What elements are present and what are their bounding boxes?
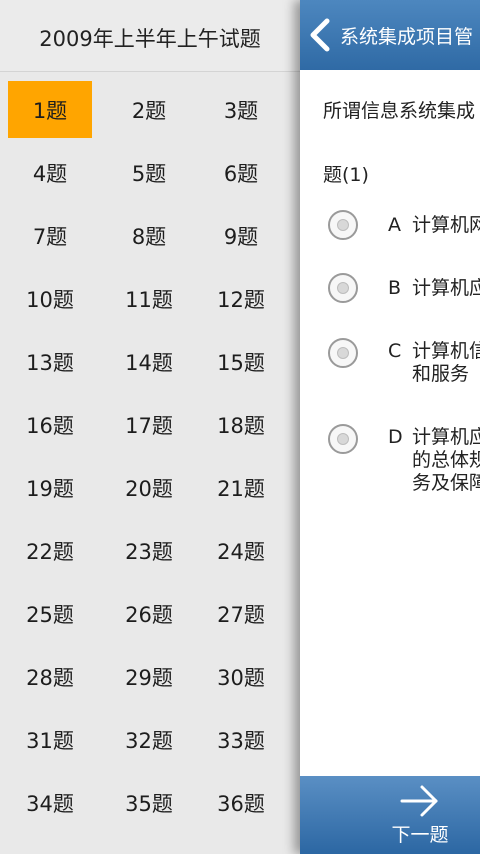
option-d[interactable]: D 计算机应 的总体规 务及保障	[328, 424, 480, 495]
question-item[interactable]: 11题	[107, 270, 191, 327]
chevron-left-icon	[310, 18, 330, 52]
question-item[interactable]: 12题	[206, 270, 276, 327]
question-item[interactable]: 19题	[8, 459, 92, 516]
option-letter: B	[388, 277, 402, 299]
question-item[interactable]: 21题	[206, 459, 276, 516]
question-panel: 系统集成项目管 所谓信息系统集成 题(1) A 计算机网 B 计算机应 C 计算…	[300, 0, 480, 854]
option-text: 计算机应	[412, 277, 480, 299]
question-item[interactable]: 20题	[107, 459, 191, 516]
header-title: 系统集成项目管	[340, 25, 474, 48]
question-item[interactable]: 31题	[8, 711, 92, 768]
radio-icon[interactable]	[328, 273, 358, 303]
question-item[interactable]: 30题	[206, 648, 276, 705]
footer-bar: 下一题	[300, 776, 480, 854]
question-item[interactable]: 4题	[8, 144, 92, 201]
option-letter: A	[388, 214, 401, 236]
header-bar: 系统集成项目管	[300, 0, 480, 70]
question-item[interactable]: 34题	[8, 774, 92, 831]
question-grid-row: 7题 8题 9题	[0, 207, 300, 270]
question-item[interactable]: 6题	[206, 144, 276, 201]
question-item[interactable]: 35题	[107, 774, 191, 831]
option-b[interactable]: B 计算机应	[328, 273, 480, 303]
question-grid-row: 34题 35题 36题	[0, 774, 300, 837]
next-question-label: 下一题	[391, 824, 449, 846]
question-item[interactable]: 33题	[206, 711, 276, 768]
radio-icon[interactable]	[328, 424, 358, 454]
option-letter: D	[388, 426, 403, 448]
question-text: 所谓信息系统集成	[323, 100, 476, 122]
question-grid: 1题 2题 3题 4题 5题 6题 7题 8题 9题 10题 11题 12题 13题 14题 15题 16题 1…	[0, 81, 300, 837]
question-grid-row: 16题 17题 18题	[0, 396, 300, 459]
question-grid-row: 31题 32题 33题	[0, 711, 300, 774]
question-drawer: 2009年上半年上午试题 1题 2题 3题 4题 5题 6题 7题 8题 9题 10题 11题 12题…	[0, 0, 300, 854]
question-grid-row: 22题 23题 24题	[0, 522, 300, 585]
question-item[interactable]: 22题	[8, 522, 92, 579]
question-grid-row: 28题 29题 30题	[0, 648, 300, 711]
question-item[interactable]: 9题	[206, 207, 276, 264]
question-item[interactable]: 5题	[107, 144, 191, 201]
question-item[interactable]: 2题	[107, 81, 191, 138]
question-item[interactable]: 3题	[206, 81, 276, 138]
radio-icon[interactable]	[328, 338, 358, 368]
question-grid-row: 25题 26题 27题	[0, 585, 300, 648]
question-grid-row: 1题 2题 3题	[0, 81, 300, 144]
question-item[interactable]: 17题	[107, 396, 191, 453]
option-a[interactable]: A 计算机网	[328, 210, 480, 240]
next-question-button[interactable]: 下一题	[380, 784, 460, 850]
question-item[interactable]: 18题	[206, 396, 276, 453]
question-item[interactable]: 7题	[8, 207, 92, 264]
question-item[interactable]: 26题	[107, 585, 191, 642]
radio-icon[interactable]	[328, 210, 358, 240]
option-text: 计算机网	[412, 214, 480, 236]
question-item[interactable]: 13题	[8, 333, 92, 390]
question-item[interactable]: 15题	[206, 333, 276, 390]
question-item[interactable]: 23题	[107, 522, 191, 579]
question-number: 题(1)	[323, 164, 369, 186]
question-grid-row: 19题 20题 21题	[0, 459, 300, 522]
exam-title: 2009年上半年上午试题	[0, 0, 300, 72]
question-item[interactable]: 32题	[107, 711, 191, 768]
question-grid-row: 4题 5题 6题	[0, 144, 300, 207]
question-item[interactable]: 24题	[206, 522, 276, 579]
question-item[interactable]: 10题	[8, 270, 92, 327]
option-c[interactable]: C 计算机信 和服务	[328, 338, 480, 386]
question-item[interactable]: 28题	[8, 648, 92, 705]
question-item[interactable]: 29题	[107, 648, 191, 705]
question-grid-row: 10题 11题 12题	[0, 270, 300, 333]
option-letter: C	[388, 340, 402, 362]
question-item[interactable]: 27题	[206, 585, 276, 642]
question-item[interactable]: 14题	[107, 333, 191, 390]
back-button[interactable]	[300, 0, 340, 70]
option-text: 计算机应 的总体规 务及保障	[412, 426, 480, 494]
arrow-right-icon	[400, 785, 438, 817]
question-item[interactable]: 25题	[8, 585, 92, 642]
question-item[interactable]: 16题	[8, 396, 92, 453]
question-item[interactable]: 1题	[8, 81, 92, 138]
question-grid-row: 13题 14题 15题	[0, 333, 300, 396]
option-text: 计算机信 和服务	[412, 340, 480, 385]
question-item[interactable]: 8题	[107, 207, 191, 264]
question-item[interactable]: 36题	[206, 774, 276, 831]
